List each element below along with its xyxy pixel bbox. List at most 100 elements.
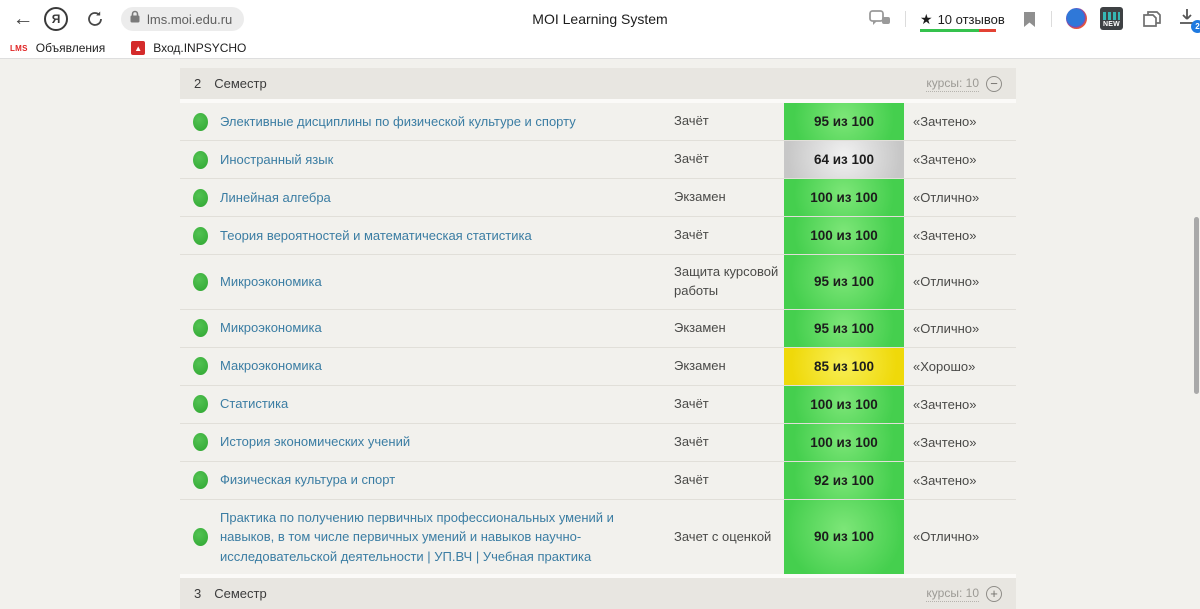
score-badge: 95 из 100 xyxy=(784,255,904,309)
course-link[interactable]: Микроэкономика xyxy=(220,320,322,335)
course-link[interactable]: Элективные дисциплины по физической куль… xyxy=(220,114,576,129)
course-row: Практика по получению первичных професси… xyxy=(180,500,1016,575)
bookmark-icon[interactable] xyxy=(1018,8,1040,30)
grade-text: «Зачтено» xyxy=(904,152,1016,167)
course-link[interactable]: Практика по получению первичных професси… xyxy=(220,510,614,564)
download-count-badge: 2 xyxy=(1191,20,1200,33)
collapse-section-icon[interactable]: − xyxy=(986,76,1002,92)
status-dot-cell xyxy=(180,395,220,413)
course-link[interactable]: Линейная алгебра xyxy=(220,190,331,205)
assessment-type: Зачёт xyxy=(674,425,784,460)
extension-new-label: NEW xyxy=(1103,20,1120,30)
bookmark-item-announcements[interactable]: LMS Объявления xyxy=(10,41,105,55)
assessment-type: Зачёт xyxy=(674,387,784,422)
course-row: Иностранный язык Зачёт 64 из 100 «Зачтен… xyxy=(180,141,1016,179)
score-badge: 95 из 100 xyxy=(784,103,904,140)
green-status-dot-icon xyxy=(193,189,208,207)
extension-new-icon[interactable]: NEW xyxy=(1100,7,1123,30)
course-name-cell: Теория вероятностей и математическая ста… xyxy=(220,218,674,254)
green-status-dot-icon xyxy=(193,227,208,245)
course-name-cell: Макроэкономика xyxy=(220,348,674,384)
courses-count-link[interactable]: курсы: 10 xyxy=(926,586,979,602)
url-text[interactable]: lms.moi.edu.ru xyxy=(147,12,232,27)
course-row: История экономических учений Зачёт 100 и… xyxy=(180,424,1016,462)
scrollbar-thumb[interactable] xyxy=(1194,217,1199,394)
assessment-type: Зачет с оценкой xyxy=(674,520,784,555)
course-row: Микроэкономика Экзамен 95 из 100 «Отличн… xyxy=(180,310,1016,348)
yandex-logo-icon[interactable]: Я xyxy=(44,7,68,31)
score-badge: 90 из 100 xyxy=(784,500,904,575)
status-dot-cell xyxy=(180,471,220,489)
site-rating[interactable]: ★ 10 отзывов xyxy=(920,8,1005,30)
status-dot-cell xyxy=(180,357,220,375)
address-bar[interactable]: lms.moi.edu.ru xyxy=(121,7,244,31)
semester-number: 3 xyxy=(194,586,201,601)
green-status-dot-icon xyxy=(193,113,208,131)
grade-text: «Отлично» xyxy=(904,274,1016,289)
score-badge: 100 из 100 xyxy=(784,424,904,461)
grade-text: «Отлично» xyxy=(904,190,1016,205)
expand-section-icon[interactable]: + xyxy=(986,586,1002,602)
rating-bar-negative xyxy=(979,29,996,32)
course-row: Теория вероятностей и математическая ста… xyxy=(180,217,1016,255)
green-status-dot-icon xyxy=(193,395,208,413)
score-badge: 92 из 100 xyxy=(784,462,904,499)
bookmark-label: Вход.INPSYCHO xyxy=(153,41,246,55)
refresh-icon[interactable] xyxy=(82,6,108,32)
assessment-type: Экзамен xyxy=(674,311,784,346)
bookmarks-bar: LMS Объявления ▲ Вход.INPSYCHO xyxy=(0,38,1200,59)
assessment-type: Зачёт xyxy=(674,463,784,498)
status-dot-cell xyxy=(180,433,220,451)
course-link[interactable]: Физическая культура и спорт xyxy=(220,472,395,487)
course-row: Статистика Зачёт 100 из 100 «Зачтено» xyxy=(180,386,1016,424)
course-link[interactable]: Иностранный язык xyxy=(220,152,333,167)
course-name-cell: Элективные дисциплины по физической куль… xyxy=(220,104,674,140)
course-name-cell: Линейная алгебра xyxy=(220,180,674,216)
grade-text: «Зачтено» xyxy=(904,397,1016,412)
course-row: Макроэкономика Экзамен 85 из 100 «Хорошо… xyxy=(180,348,1016,386)
score-badge: 64 из 100 xyxy=(784,141,904,178)
score-badge: 100 из 100 xyxy=(784,386,904,423)
green-status-dot-icon xyxy=(193,433,208,451)
course-name-cell: Физическая культура и спорт xyxy=(220,462,674,498)
green-status-dot-icon xyxy=(193,319,208,337)
course-link[interactable]: Макроэкономика xyxy=(220,358,322,373)
grade-text: «Отлично» xyxy=(904,529,1016,544)
semester-number: 2 xyxy=(194,76,201,91)
score-badge: 95 из 100 xyxy=(784,310,904,347)
download-icon[interactable]: 2 xyxy=(1176,6,1200,32)
course-link[interactable]: История экономических учений xyxy=(220,434,410,449)
toolbar-divider xyxy=(1051,11,1052,27)
score-badge: 85 из 100 xyxy=(784,348,904,385)
green-status-dot-icon xyxy=(193,528,208,546)
assessment-type: Зачёт xyxy=(674,142,784,177)
course-link[interactable]: Статистика xyxy=(220,396,288,411)
course-name-cell: Практика по получению первичных професси… xyxy=(220,500,674,575)
reviews-count: 10 отзывов xyxy=(938,12,1005,27)
course-row: Физическая культура и спорт Зачёт 92 из … xyxy=(180,462,1016,500)
assessment-type: Экзамен xyxy=(674,349,784,384)
courses-count-link[interactable]: курсы: 10 xyxy=(926,76,979,92)
bookmark-item-inpsycho[interactable]: ▲ Вход.INPSYCHO xyxy=(131,41,246,55)
course-link[interactable]: Микроэкономика xyxy=(220,274,322,289)
course-link[interactable]: Теория вероятностей и математическая ста… xyxy=(220,228,532,243)
grade-text: «Отлично» xyxy=(904,321,1016,336)
status-dot-cell xyxy=(180,151,220,169)
rating-bar-positive xyxy=(920,29,979,32)
lms-favicon: LMS xyxy=(10,44,28,53)
chat-bubbles-icon[interactable] xyxy=(868,8,892,30)
assessment-type: Зачёт xyxy=(674,104,784,139)
extension-circle-icon[interactable] xyxy=(1066,8,1087,29)
tabs-icon[interactable] xyxy=(1140,8,1164,30)
assessment-type: Зачёт xyxy=(674,218,784,253)
course-name-cell: История экономических учений xyxy=(220,424,674,460)
inpsycho-favicon: ▲ xyxy=(131,41,145,55)
score-badge: 100 из 100 xyxy=(784,179,904,216)
semester-3-header: 3 Семестр курсы: 10 + xyxy=(180,578,1016,609)
semester-label: Семестр xyxy=(214,586,266,601)
star-icon: ★ xyxy=(920,11,933,28)
grade-text: «Зачтено» xyxy=(904,473,1016,488)
score-badge: 100 из 100 xyxy=(784,217,904,254)
back-icon[interactable]: ← xyxy=(8,4,38,34)
status-dot-cell xyxy=(180,113,220,131)
